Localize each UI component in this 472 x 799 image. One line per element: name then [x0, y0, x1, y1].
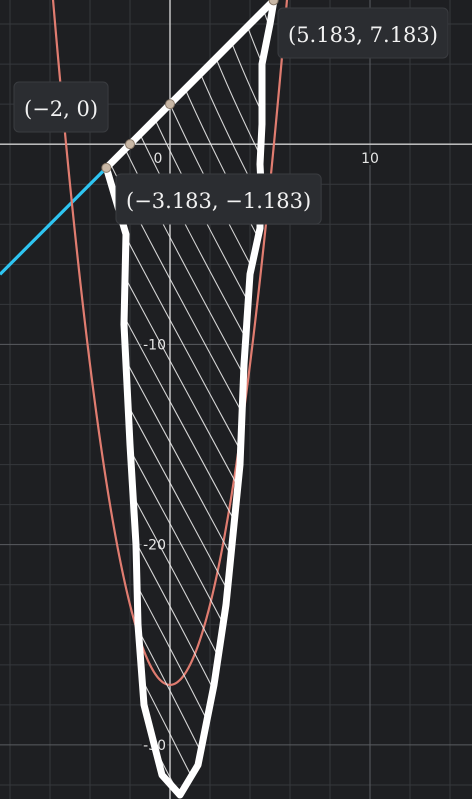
point-label: (−3.183, −1.183): [115, 173, 322, 225]
hatch-stroke: [370, 0, 472, 799]
graph-canvas: 0 10-10-20-30 (−2, 0)(5.183, 7.183)(−3.18…: [0, 0, 472, 799]
hatch-stroke: [215, 0, 275, 795]
y-tick-label: -10: [143, 337, 166, 353]
hatch-stroke: [392, 0, 472, 799]
hatch-stroke: [282, 0, 472, 799]
hatch-stroke: [193, 0, 275, 795]
hatch-stroke: [237, 0, 275, 795]
point-label: (−2, 0): [13, 81, 109, 133]
hatch-stroke: [259, 0, 275, 795]
intersection-point: [125, 139, 135, 150]
point-label: (5.183, 7.183): [277, 7, 449, 59]
intersection-point: [165, 99, 175, 110]
hatch-stroke: [458, 0, 472, 799]
hatch-stroke: [149, 0, 275, 795]
x-tick-label: 10: [361, 151, 379, 167]
point-label-text: (−3.183, −1.183): [126, 189, 311, 213]
hatch-stroke: [414, 0, 472, 799]
point-label-text: (−2, 0): [24, 97, 98, 121]
intersection-point: [268, 0, 279, 6]
hatch-stroke: [436, 0, 472, 799]
hatch-stroke: [106, 0, 275, 795]
hatch-stroke: [304, 0, 472, 799]
point-label-text: (5.183, 7.183): [288, 23, 438, 47]
intersection-point: [101, 162, 112, 173]
